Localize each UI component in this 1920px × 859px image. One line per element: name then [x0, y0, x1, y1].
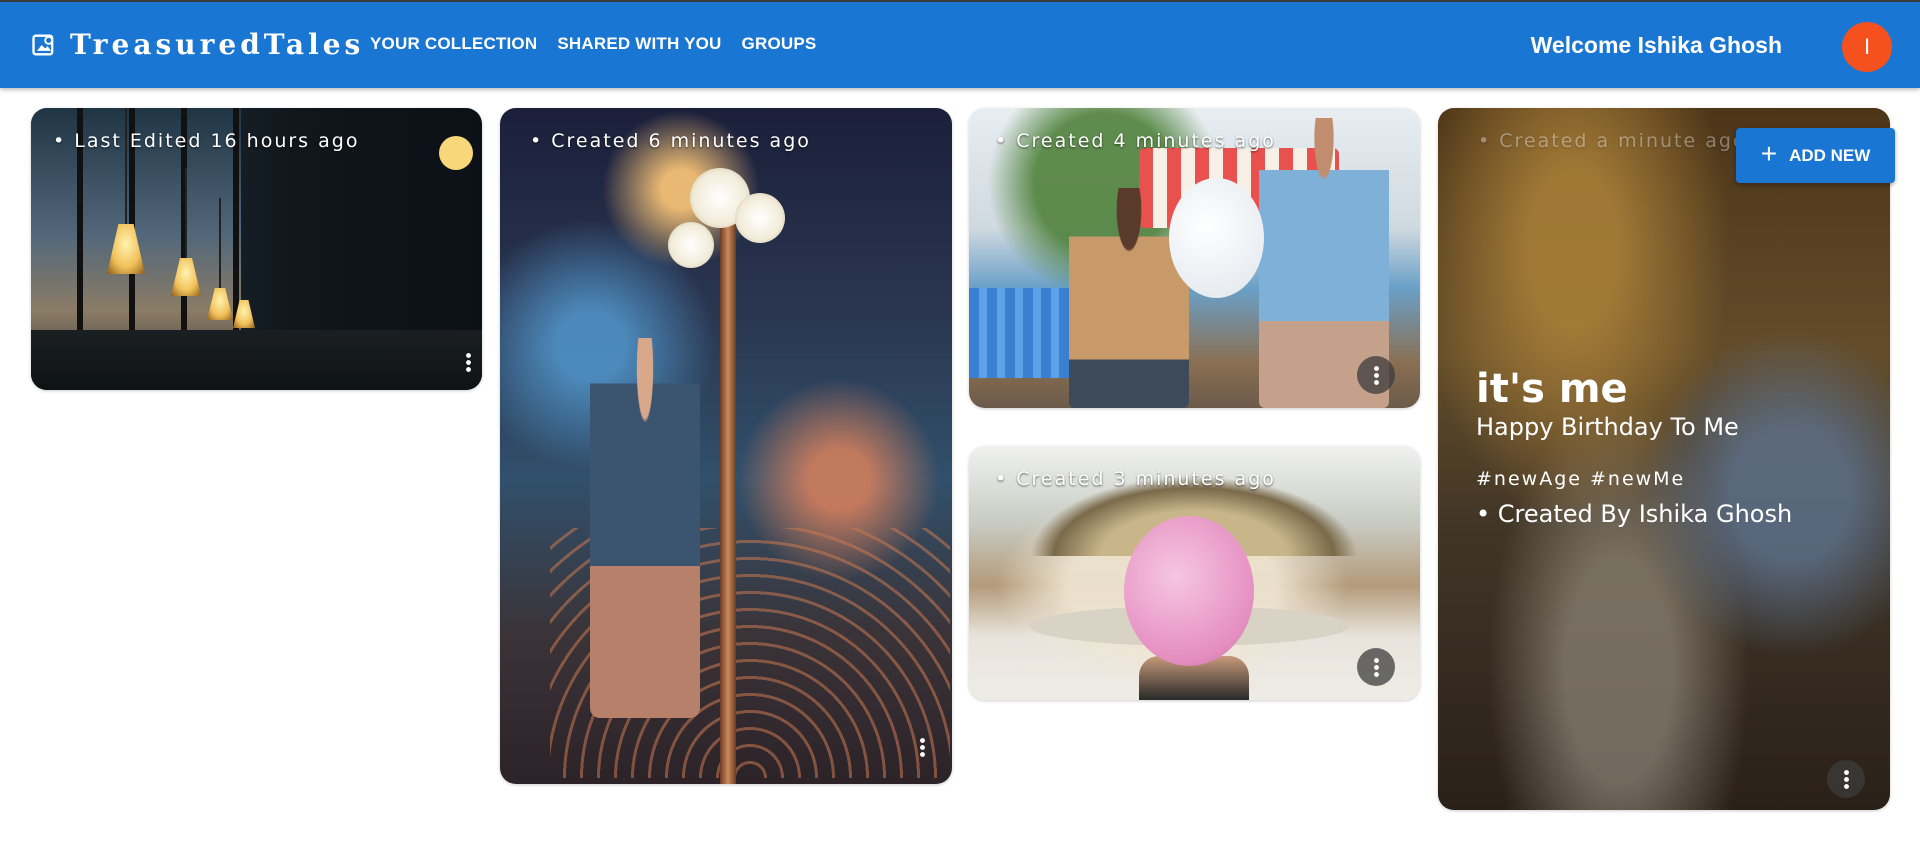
card-subtitle: Happy Birthday To Me	[1476, 413, 1739, 441]
add-new-button[interactable]: + ADD NEW	[1736, 128, 1895, 183]
photo-album-icon	[32, 34, 54, 55]
nav-your-collection[interactable]: YOUR COLLECTION	[370, 34, 537, 54]
welcome-text: Welcome Ishika Ghosh	[1530, 32, 1782, 58]
more-options-button[interactable]	[449, 343, 482, 381]
nav-shared-with-you[interactable]: SHARED WITH YOU	[557, 34, 721, 54]
more-vert-icon	[465, 352, 471, 372]
memory-card[interactable]: • Created 4 minutes ago	[969, 108, 1420, 408]
more-vert-icon	[919, 737, 925, 757]
card-image	[1438, 108, 1890, 810]
card-meta: • Created a minute ago	[1478, 130, 1747, 152]
card-tags: #newAge #newMe	[1476, 468, 1686, 490]
main-nav: YOUR COLLECTION SHARED WITH YOU GROUPS	[370, 34, 816, 54]
card-meta: • Created 4 minutes ago	[995, 130, 1276, 152]
card-meta: • Last Edited 16 hours ago	[53, 130, 360, 152]
more-options-button[interactable]	[1357, 356, 1395, 394]
plus-icon: +	[1760, 138, 1778, 169]
more-options-button[interactable]	[903, 728, 941, 766]
memory-card[interactable]: • Last Edited 16 hours ago	[31, 108, 482, 390]
more-vert-icon	[1373, 657, 1379, 677]
more-options-button[interactable]	[1827, 760, 1865, 798]
brand[interactable]: TreasuredTales	[30, 28, 364, 61]
memory-card[interactable]: • Created 3 minutes ago	[969, 446, 1420, 700]
memory-card[interactable]: • Created 6 minutes ago	[500, 108, 952, 784]
app-bar: TreasuredTales YOUR COLLECTION SHARED WI…	[0, 0, 1920, 88]
avatar[interactable]: I	[1842, 22, 1892, 72]
more-vert-icon	[1373, 365, 1379, 385]
nav-groups[interactable]: GROUPS	[742, 34, 817, 54]
more-options-button[interactable]	[1357, 648, 1395, 686]
card-title: it's me	[1476, 366, 1628, 412]
add-new-label: ADD NEW	[1789, 145, 1871, 165]
featured-memory-card[interactable]: • Created a minute ago it's me Happy Bir…	[1438, 108, 1890, 810]
card-meta: • Created 6 minutes ago	[530, 130, 811, 152]
more-vert-icon	[1843, 769, 1849, 789]
card-meta: • Created 3 minutes ago	[995, 468, 1276, 490]
card-author: • Created By Ishika Ghosh	[1476, 500, 1793, 528]
brand-name: TreasuredTales	[70, 28, 365, 61]
